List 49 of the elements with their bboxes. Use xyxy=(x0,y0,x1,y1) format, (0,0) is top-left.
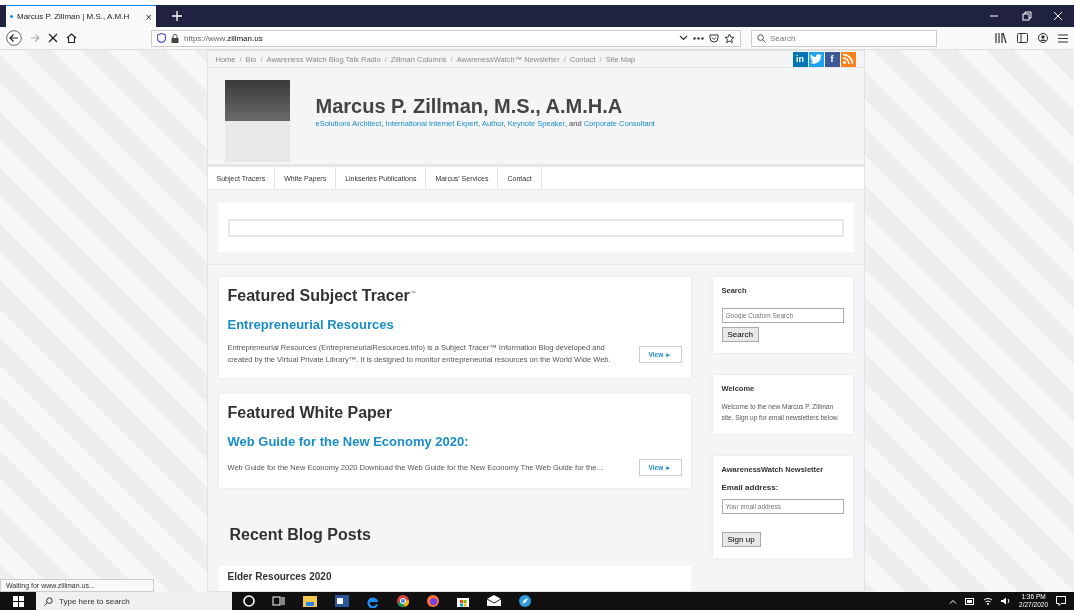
address-bar[interactable]: https://www.zillman.us xyxy=(151,29,741,47)
back-arrow-icon[interactable] xyxy=(6,30,22,46)
envelope-icon[interactable] xyxy=(484,594,504,608)
windows-logo-icon[interactable] xyxy=(12,595,24,607)
menu-icon[interactable] xyxy=(1058,33,1068,43)
circle-icon[interactable] xyxy=(240,594,258,608)
more-dots-icon[interactable] xyxy=(693,36,704,40)
battery-icon[interactable] xyxy=(965,597,976,605)
wifi-icon[interactable] xyxy=(983,597,994,605)
signup-button[interactable]: Sign up xyxy=(721,532,761,547)
browser-tab[interactable]: Marcus P. Zillman | M.S., A.M.H × xyxy=(6,5,156,27)
library-icon[interactable] xyxy=(995,33,1007,43)
document-app-icon[interactable] xyxy=(332,594,352,608)
stop-icon[interactable] xyxy=(48,33,58,43)
speaker-icon[interactable] xyxy=(1001,597,1012,605)
pocket-icon[interactable] xyxy=(709,33,719,43)
compass-icon[interactable] xyxy=(516,594,534,608)
home-icon[interactable] xyxy=(66,33,77,43)
task-view-icon[interactable] xyxy=(270,594,288,608)
browser-search-field[interactable]: Search xyxy=(751,29,937,47)
taskbar-search-field[interactable]: Type here to search xyxy=(36,592,232,610)
search-icon xyxy=(757,33,766,43)
chevron-up-icon[interactable] xyxy=(949,598,958,604)
browser-ball-icon[interactable] xyxy=(394,594,412,608)
url-text: https://www.zillman.us xyxy=(184,33,263,43)
section-heading: Recent Blog Posts xyxy=(229,526,372,545)
rss-icon[interactable] xyxy=(840,51,856,67)
search-button[interactable]: Search xyxy=(721,327,759,343)
site-title[interactable]: Marcus P. Zillman, M.S., A.M.H.A xyxy=(315,95,655,119)
star-icon[interactable] xyxy=(724,32,735,44)
field-label: Email address: xyxy=(721,483,780,492)
search-field[interactable] xyxy=(227,218,844,237)
sidebar-icon[interactable] xyxy=(1017,33,1028,43)
card-heading: Featured White Paper xyxy=(227,404,393,423)
linkedin-link[interactable]: in xyxy=(792,51,808,67)
account-icon[interactable] xyxy=(1038,33,1048,43)
shield-icon[interactable] xyxy=(157,33,166,43)
card-title-link[interactable]: Web Guide for the New Economy 2020: xyxy=(227,434,682,450)
padlock-icon xyxy=(171,33,179,43)
twitter-bird-icon[interactable] xyxy=(808,51,824,67)
fox-browser-icon[interactable] xyxy=(424,594,442,608)
card-title-link[interactable]: Entrepreneurial Resources xyxy=(227,317,682,333)
facebook-link[interactable]: f xyxy=(824,51,840,67)
post-title[interactable]: Elder Resources 2020 xyxy=(227,571,682,582)
folder-icon[interactable] xyxy=(300,594,320,608)
search-icon xyxy=(44,596,53,606)
chevron-down-icon[interactable] xyxy=(679,35,688,41)
notification-icon[interactable] xyxy=(1056,596,1066,606)
card-heading: Featured Subject Tracer$^{™}$ xyxy=(227,287,417,306)
